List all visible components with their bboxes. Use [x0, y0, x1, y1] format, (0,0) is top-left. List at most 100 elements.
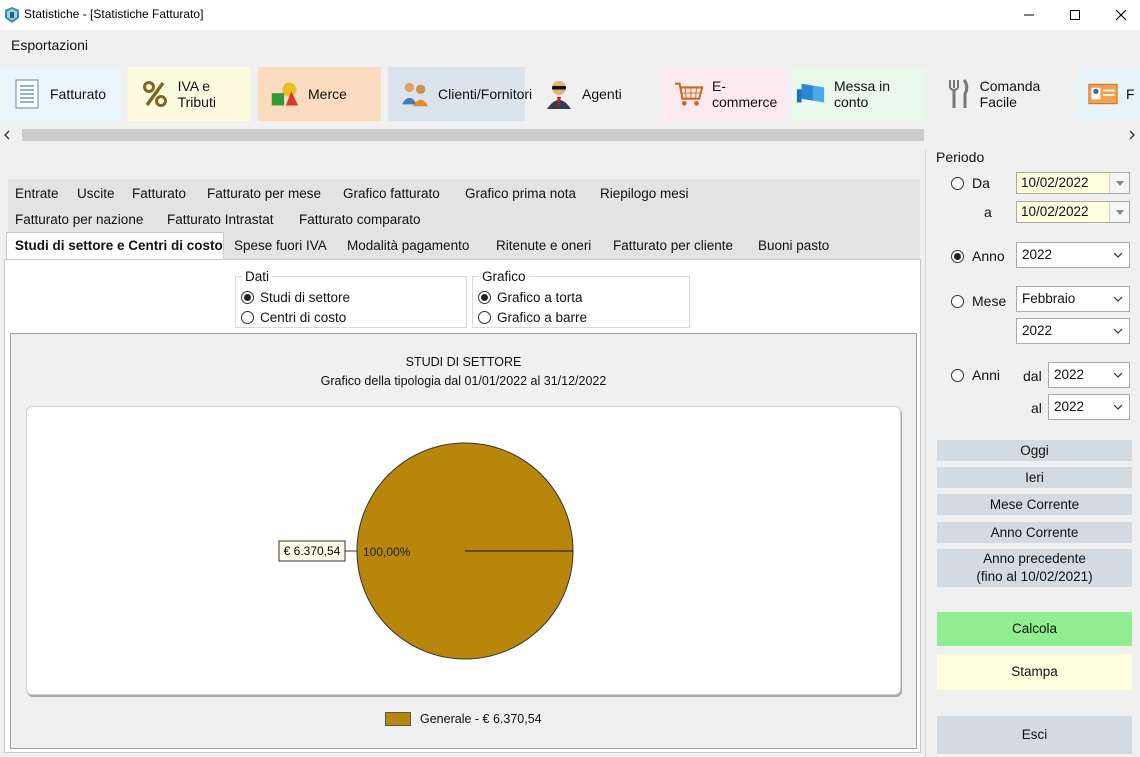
tab-fatturato-per-cliente[interactable]: Fatturato per cliente [613, 238, 733, 253]
chart-title: STUDI DI SETTORE [405, 355, 522, 369]
radio-anni[interactable]: Anni [951, 367, 1000, 383]
toolbar-label: E-commerce [712, 78, 778, 110]
ieri-button[interactable]: Ieri [937, 467, 1132, 488]
tab-grafico-prima-nota[interactable]: Grafico prima nota [465, 186, 576, 201]
toolbar-iva-tributi[interactable]: IVA e Tributi [128, 67, 251, 121]
chart-subtitle: Grafico della tipologia dal 01/01/2022 a… [320, 374, 607, 388]
calendar-dropdown-icon[interactable] [1109, 173, 1129, 193]
tab-buoni-pasto[interactable]: Buoni pasto [758, 238, 829, 253]
toolbar-agenti[interactable]: Agenti [532, 67, 655, 121]
chevron-down-icon [1113, 296, 1123, 302]
scroll-left-icon[interactable] [3, 130, 11, 140]
close-icon [1115, 9, 1127, 21]
tab-fatturato-per-nazione[interactable]: Fatturato per nazione [15, 212, 143, 227]
tab-fatturato-comparato[interactable]: Fatturato comparato [299, 212, 421, 227]
radio-studi-di-settore[interactable]: Studi di settore [241, 290, 350, 305]
grafico-legend: Grafico [482, 269, 526, 284]
radio-label: Mese [972, 293, 1007, 309]
date-a-input[interactable]: 10/02/2022 [1016, 201, 1130, 223]
radio-button-checked[interactable] [478, 291, 491, 304]
esci-button[interactable]: Esci [937, 716, 1132, 754]
radio-button[interactable] [478, 311, 491, 324]
chart-legend: Generale - € 6.370,54 [385, 712, 542, 726]
toolbar-comanda-facile[interactable]: Comanda Facile [933, 67, 1070, 121]
tab-ritenute-oneri[interactable]: Ritenute e oneri [496, 238, 591, 253]
toolbar-f-module[interactable]: F [1076, 67, 1140, 121]
calcola-button[interactable]: Calcola [937, 612, 1132, 646]
document-lines-icon [12, 79, 42, 109]
toolbar-label: Agenti [582, 86, 622, 102]
close-button[interactable] [1098, 0, 1140, 30]
menu-bar [0, 30, 1140, 60]
dal-label: dal [1023, 368, 1042, 384]
radio-anno[interactable]: Anno [951, 248, 1005, 264]
legend-swatch [385, 712, 411, 726]
al-label: al [1031, 400, 1042, 416]
minimize-icon [1024, 14, 1034, 16]
radio-button[interactable] [951, 294, 964, 308]
tab-fatturato-intrastat[interactable]: Fatturato Intrastat [167, 212, 274, 227]
tab-spese-fuori-iva[interactable]: Spese fuori IVA [234, 238, 327, 253]
periodo-title: Periodo [936, 149, 985, 165]
tab-studi-di-settore-label: Studi di settore e Centri di costo [15, 238, 223, 253]
toolbar-fatturato[interactable]: Fatturato [0, 67, 121, 121]
mese-select[interactable]: Febbraio [1016, 286, 1130, 312]
radio-button-checked[interactable] [241, 291, 254, 304]
radio-label: Grafico a torta [497, 290, 583, 305]
tab-riepilogo-mesi[interactable]: Riepilogo mesi [600, 186, 689, 201]
radio-button[interactable] [951, 176, 964, 190]
anni-al-select[interactable]: 2022 [1048, 394, 1130, 420]
cart-icon [674, 79, 704, 109]
radio-label: Studi di settore [260, 290, 351, 305]
chevron-down-icon [1113, 252, 1123, 258]
chevron-down-icon [1113, 404, 1123, 410]
tab-entrate[interactable]: Entrate [15, 186, 59, 201]
radio-button[interactable] [241, 311, 254, 324]
calendar-dropdown-icon[interactable] [1109, 202, 1129, 222]
stampa-button[interactable]: Stampa [937, 654, 1132, 690]
date-da-input[interactable]: 10/02/2022 [1016, 172, 1130, 194]
toolbar-messa-in-conto[interactable]: Messa in conto [792, 67, 926, 121]
radio-centri-di-costo[interactable]: Centri di costo [241, 310, 346, 325]
anno-precedente-line2: (fino al 10/02/2021) [976, 569, 1093, 584]
anno-precedente-button[interactable]: Anno precedente (fino al 10/02/2021) [937, 549, 1132, 587]
mese-anno-value: 2022 [1022, 323, 1053, 338]
oggi-button[interactable]: Oggi [937, 440, 1132, 461]
toolbar-clienti-fornitori[interactable]: Clienti/Fornitori [388, 67, 532, 121]
shapes-icon [270, 79, 300, 109]
maximize-icon [1070, 10, 1080, 20]
toolbar-ecommerce[interactable]: E-commerce [662, 67, 786, 121]
minimize-button[interactable] [1006, 0, 1052, 30]
anno-corrente-button[interactable]: Anno Corrente [937, 522, 1132, 543]
scrollbar-thumb[interactable] [22, 129, 924, 141]
toolbar-merce[interactable]: Merce [258, 67, 381, 121]
menu-esportazioni[interactable]: Esportazioni [11, 37, 88, 53]
mese-corrente-button[interactable]: Mese Corrente [937, 494, 1132, 515]
radio-da[interactable]: Da [951, 175, 990, 191]
tab-modalita-pagamento[interactable]: Modalità pagamento [347, 238, 469, 253]
anno-select[interactable]: 2022 [1016, 242, 1130, 268]
pie-percent-label: 100,00% [363, 545, 411, 559]
radio-button[interactable] [951, 368, 964, 382]
mese-anno-select[interactable]: 2022 [1016, 318, 1130, 344]
radio-grafico-a-barre[interactable]: Grafico a barre [478, 310, 587, 325]
tab-fatturato[interactable]: Fatturato [132, 186, 186, 201]
dati-legend: Dati [245, 269, 270, 284]
dal-value: 2022 [1054, 367, 1085, 382]
date-da-value: 10/02/2022 [1021, 175, 1089, 190]
radio-button-checked[interactable] [951, 249, 964, 263]
scroll-right-icon[interactable] [1128, 130, 1136, 140]
agent-icon [544, 79, 574, 109]
a-label: a [984, 204, 992, 220]
tab-grafico-fatturato[interactable]: Grafico fatturato [343, 186, 440, 201]
window-title: Statistiche - [Statistiche Fatturato] [24, 7, 204, 21]
tab-fatturato-per-mese[interactable]: Fatturato per mese [207, 186, 321, 201]
tab-uscite[interactable]: Uscite [77, 186, 115, 201]
radio-mese[interactable]: Mese [951, 293, 1006, 309]
app-icon [5, 7, 19, 23]
cutlery-icon [945, 79, 972, 109]
radio-grafico-a-torta[interactable]: Grafico a torta [478, 290, 583, 305]
maximize-button[interactable] [1052, 0, 1098, 30]
pie-chart: 100,00% € 6.370,54 [278, 442, 574, 660]
anni-dal-select[interactable]: 2022 [1048, 362, 1130, 388]
